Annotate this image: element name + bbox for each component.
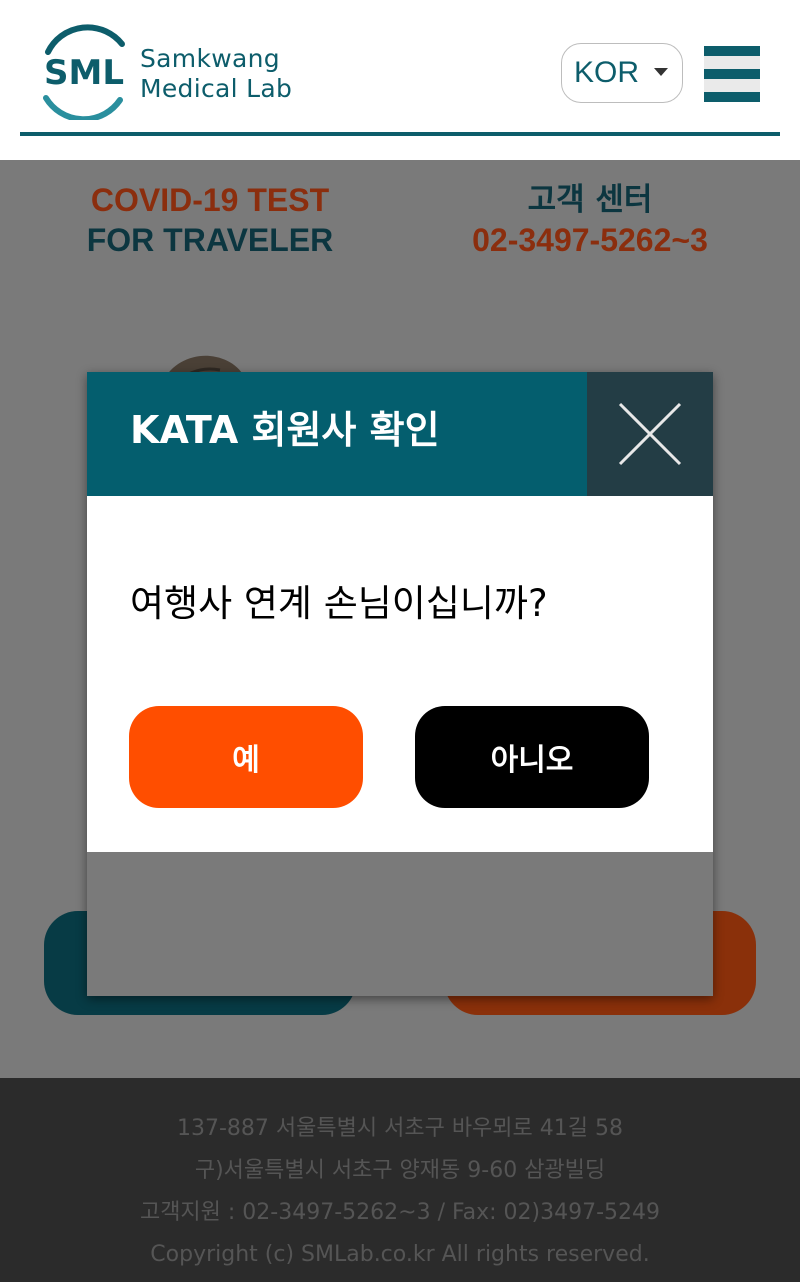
hamburger-menu-icon[interactable] — [704, 46, 760, 102]
footer-old-address: 구)서울특별시 서초구 양재동 9-60 삼광빌딩 — [194, 1158, 606, 1183]
modal-body: 여행사 연계 손님이십니까? 예 아니오 — [87, 496, 713, 852]
footer-contact: 고객지원 : 02-3497-5262~3 / Fax: 02)3497-524… — [139, 1200, 661, 1225]
customer-center-title: 고객 센터 — [527, 182, 653, 218]
modal-footer — [87, 852, 713, 996]
modal-close-button[interactable] — [587, 372, 713, 496]
no-button[interactable]: 아니오 — [415, 706, 649, 808]
modal-header: KATA 회원사 확인 — [87, 372, 713, 496]
logo-wordmark: SML — [44, 53, 124, 93]
covid-line-2: FOR TRAVELER — [86, 222, 334, 258]
footer-copyright: Copyright (c) SMLab.co.kr All rights res… — [150, 1242, 650, 1267]
header-divider — [20, 132, 780, 136]
modal-question: 여행사 연계 손님이십니까? — [130, 582, 548, 625]
yes-button[interactable]: 예 — [129, 706, 363, 808]
footer-address: 137-887 서울특별시 서초구 바우뫼로 41길 58 — [177, 1116, 623, 1141]
caret-down-icon — [654, 68, 668, 76]
customer-center-phone: 02-3497-5262~3 — [472, 222, 708, 258]
customer-center[interactable]: 고객 센터 02-3497-5262~3 — [440, 180, 740, 260]
kata-confirm-modal: KATA 회원사 확인 여행사 연계 손님이십니까? 예 아니오 — [87, 372, 713, 996]
site-header: SML Samkwang Medical Lab KOR — [0, 0, 800, 160]
close-icon — [618, 402, 682, 466]
language-value: KOR — [574, 56, 640, 89]
brand-line-2: Medical Lab — [140, 74, 293, 103]
covid-line-1: COVID-19 TEST — [90, 182, 330, 218]
brand-line-1: Samkwang — [140, 44, 280, 73]
modal-title: KATA 회원사 확인 — [130, 408, 440, 452]
menu-bar — [704, 92, 760, 102]
menu-bar — [704, 69, 760, 79]
language-select[interactable]: KOR — [561, 43, 683, 103]
site-footer: 137-887 서울특별시 서초구 바우뫼로 41길 58 구)서울특별시 서초… — [0, 1078, 800, 1282]
covid-test-link[interactable]: COVID-19 TEST FOR TRAVELER — [60, 180, 360, 260]
menu-bar — [704, 46, 760, 56]
sml-logo[interactable]: SML — [34, 22, 134, 120]
brand-name: Samkwang Medical Lab — [140, 44, 292, 104]
